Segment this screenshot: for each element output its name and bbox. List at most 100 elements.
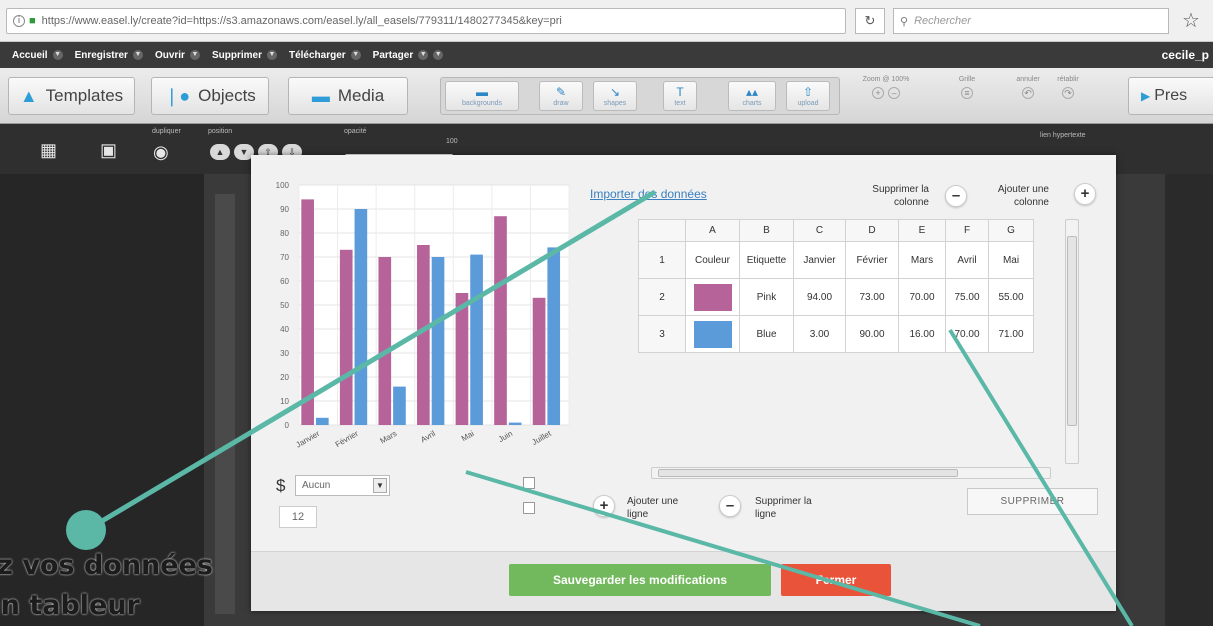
close-button[interactable]: Fermer <box>781 564 891 596</box>
remove-row-button[interactable]: – <box>719 495 741 517</box>
table-cell[interactable]: 3.00 <box>793 315 846 353</box>
chevron-down-icon: ▼ <box>418 50 429 60</box>
horizontal-scrollbar[interactable] <box>651 467 1051 479</box>
table-cell[interactable]: Mars <box>898 241 946 279</box>
grid-icon[interactable]: ≡ <box>961 87 973 99</box>
column-letter[interactable]: D <box>845 219 899 242</box>
table-cell[interactable]: 70.00 <box>945 315 989 353</box>
tool-label: text <box>674 100 686 107</box>
undo-control: annuler ↶ <box>1010 76 1046 99</box>
column-letter[interactable]: E <box>898 219 946 242</box>
color-cell[interactable] <box>685 278 740 316</box>
table-row: 1 Couleur Etiquette Janvier Février Mars… <box>638 241 1034 279</box>
link-label[interactable]: lien hypertexte <box>1040 130 1100 142</box>
zoom-in-icon[interactable]: + <box>872 87 884 99</box>
column-letter[interactable]: G <box>988 219 1034 242</box>
currency-select[interactable]: Aucun ▼ <box>295 475 390 496</box>
charts-button[interactable]: ▴▴ charts <box>728 81 776 111</box>
table-cell[interactable]: 75.00 <box>945 278 989 316</box>
tool-label: backgrounds <box>461 100 503 107</box>
option-checkbox[interactable] <box>523 502 535 514</box>
redo-icon[interactable]: ↷ <box>1062 87 1074 99</box>
color-cell[interactable] <box>685 315 740 353</box>
backgrounds-button[interactable]: ▬ backgrounds <box>445 81 519 111</box>
table-cell[interactable]: 90.00 <box>845 315 899 353</box>
redo-label: rétablir <box>1057 76 1079 83</box>
option-checkbox[interactable] <box>523 477 535 489</box>
table-cell[interactable]: 70.00 <box>898 278 946 316</box>
media-button[interactable]: ▬ Media <box>288 77 408 115</box>
app-menu-bar: Accueil ▼ Enregistrer ▼ Ouvrir ▼ Supprimer ▼… <box>0 42 1213 68</box>
blue-color-swatch[interactable] <box>693 320 732 348</box>
lock-icon: ■ <box>29 15 36 27</box>
table-cell[interactable]: Blue <box>739 315 794 353</box>
menu-telecharger[interactable]: Télécharger ▼ <box>289 50 361 61</box>
duplicate-icon[interactable]: ◉ <box>153 142 169 163</box>
table-cell[interactable]: Avril <box>945 241 989 279</box>
zoom-out-icon[interactable]: – <box>888 87 900 99</box>
menu-accueil[interactable]: Accueil ▼ <box>12 50 63 61</box>
table-cell[interactable]: 71.00 <box>988 315 1034 353</box>
save-changes-button[interactable]: Sauvegarder les modifications <box>509 564 771 596</box>
menu-partager[interactable]: Partager ▼ ▼ <box>373 50 444 61</box>
add-column-button[interactable]: + <box>1074 183 1096 205</box>
font-size-input[interactable]: 12 <box>279 506 317 528</box>
caption-line-2: s un tableur <box>0 590 140 621</box>
shapes-button[interactable]: ↘ shapes <box>593 81 637 111</box>
menu-ouvrir[interactable]: Ouvrir ▼ <box>155 50 200 61</box>
upload-button[interactable]: ⇧ upload <box>786 81 830 111</box>
delete-chart-button[interactable]: SUPPRIMER <box>967 488 1098 515</box>
table-cell[interactable]: 16.00 <box>898 315 946 353</box>
column-letter[interactable]: B <box>739 219 794 242</box>
undo-label: annuler <box>1016 76 1040 83</box>
x-tick-label: Juillet <box>530 429 553 447</box>
table-cell[interactable]: 55.00 <box>988 278 1034 316</box>
redo-control: rétablir ↷ <box>1050 76 1086 99</box>
bookmark-star-icon[interactable]: ☆ <box>1182 8 1200 33</box>
table-cell[interactable]: 94.00 <box>793 278 846 316</box>
menu-supprimer[interactable]: Supprimer ▼ <box>212 50 277 61</box>
address-bar[interactable]: i ■ https://www.easel.ly/create?id=https… <box>6 8 846 34</box>
table-cell[interactable]: Pink <box>739 278 794 316</box>
table-cell[interactable]: 73.00 <box>845 278 899 316</box>
info-icon[interactable]: i <box>13 15 25 27</box>
data-table: A B C D E F G 1 Couleur Etiquette Janvie… <box>638 219 1034 353</box>
tool-label: upload <box>797 100 819 107</box>
vertical-scrollbar[interactable] <box>1065 219 1079 464</box>
table-cell[interactable]: Couleur <box>685 241 740 279</box>
y-tick-label: 100 <box>276 181 290 190</box>
add-row-button[interactable]: + <box>593 495 615 517</box>
table-cell[interactable]: Mai <box>988 241 1034 279</box>
table-cell[interactable]: Janvier <box>793 241 846 279</box>
row-number[interactable]: 2 <box>638 278 686 316</box>
present-button[interactable]: ▶ Pres <box>1128 77 1213 115</box>
table-cell[interactable]: Etiquette <box>739 241 794 279</box>
text-button[interactable]: Ttext <box>663 81 697 111</box>
trash-icon[interactable]: ▦ <box>40 140 57 161</box>
search-input[interactable]: ⚲ Rechercher <box>893 8 1169 34</box>
row-number[interactable]: 1 <box>638 241 686 279</box>
column-letter[interactable]: C <box>793 219 846 242</box>
row-number[interactable]: 3 <box>638 315 686 353</box>
undo-icon[interactable]: ↶ <box>1022 87 1034 99</box>
x-tick-label: Mars <box>378 429 398 446</box>
pink-color-swatch[interactable] <box>693 283 732 311</box>
objects-button[interactable]: ❘● Objects <box>151 77 269 115</box>
bar-chart: 0 10 20 30 40 50 60 70 80 90 100 Janvier Février Mars… <box>276 181 570 450</box>
bring-forward-icon[interactable]: ▲ <box>210 144 230 160</box>
menu-enregistrer[interactable]: Enregistrer ▼ <box>75 50 143 61</box>
lock-icon[interactable]: ▣ <box>100 140 117 161</box>
templates-button[interactable]: ▲ Templates <box>8 77 135 115</box>
reload-button[interactable]: ↻ <box>855 8 885 34</box>
mountain-icon: ▲ <box>19 85 38 106</box>
scroll-thumb[interactable] <box>658 469 958 477</box>
column-letter[interactable]: F <box>945 219 989 242</box>
scroll-thumb[interactable] <box>1067 236 1077 426</box>
import-data-link[interactable]: Importer des données <box>590 187 707 201</box>
remove-column-button[interactable]: – <box>945 185 967 207</box>
table-cell[interactable]: Février <box>845 241 899 279</box>
username[interactable]: cecile_p <box>1162 48 1209 62</box>
column-letter[interactable]: A <box>685 219 740 242</box>
opacity-label: opacité <box>344 128 367 135</box>
draw-button[interactable]: ✎ draw <box>539 81 583 111</box>
